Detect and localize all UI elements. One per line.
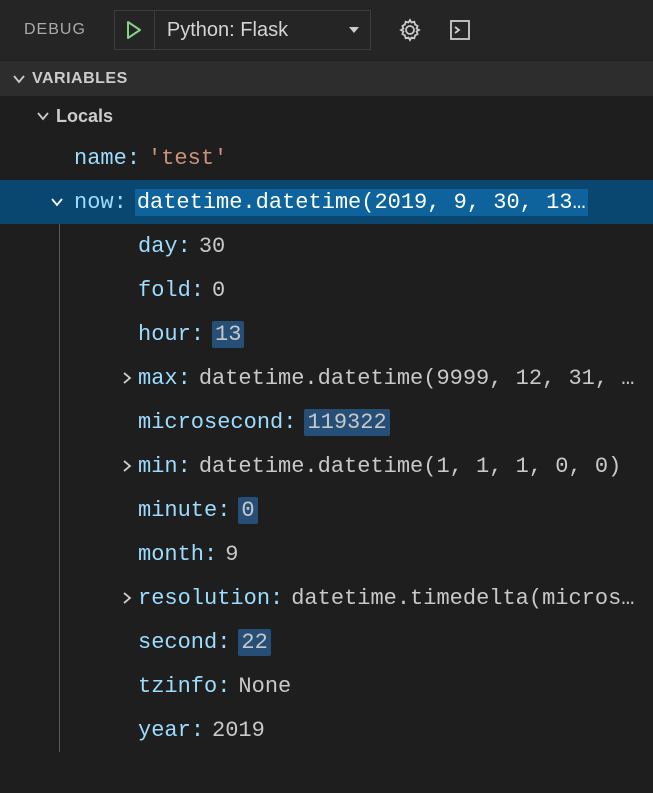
var-tzinfo[interactable]: tzinfo: None — [59, 664, 653, 708]
var-microsecond[interactable]: microsecond: 119322 — [59, 400, 653, 444]
var-key: min — [138, 454, 178, 479]
var-value: None — [238, 674, 291, 699]
var-key: hour — [138, 322, 191, 347]
chevron-down-icon — [12, 72, 26, 86]
chevron-right-icon — [120, 459, 134, 473]
chevron-down-icon — [36, 109, 50, 123]
var-key: fold — [138, 278, 191, 303]
var-key: microsecond — [138, 410, 283, 435]
variable-tree: name: 'test' now: datetime.datetime(2019… — [0, 136, 653, 752]
var-key: minute — [138, 498, 217, 523]
var-value: 0 — [212, 278, 225, 303]
chevron-right-icon — [120, 371, 134, 385]
var-value: 9 — [225, 542, 238, 567]
debug-console-button[interactable] — [441, 11, 479, 49]
debug-toolbar: DEBUG Python: Flask — [0, 0, 653, 60]
variables-section-header[interactable]: VARIABLES — [0, 60, 653, 96]
chevron-right-icon — [120, 591, 134, 605]
var-day[interactable]: day: 30 — [59, 224, 653, 268]
toolbar-title: DEBUG — [24, 21, 86, 39]
var-value: 119322 — [304, 409, 389, 436]
scope-locals[interactable]: Locals — [0, 96, 653, 136]
var-year[interactable]: year: 2019 — [59, 708, 653, 752]
var-value: 'test' — [148, 146, 227, 171]
settings-button[interactable] — [391, 11, 429, 49]
debug-config-box: Python: Flask — [114, 10, 371, 50]
var-value: 30 — [199, 234, 225, 259]
var-key: name — [74, 146, 127, 171]
var-value: datetime.datetime(9999, 12, 31, … — [199, 366, 635, 391]
var-key: max — [138, 366, 178, 391]
debug-console-icon — [448, 18, 472, 42]
var-value: 2019 — [212, 718, 265, 743]
var-now[interactable]: now: datetime.datetime(2019, 9, 30, 13… — [0, 180, 653, 224]
var-key: resolution — [138, 586, 270, 611]
var-name[interactable]: name: 'test' — [0, 136, 653, 180]
gear-icon — [398, 18, 422, 42]
var-value: datetime.datetime(2019, 9, 30, 13… — [135, 189, 588, 216]
var-month[interactable]: month: 9 — [59, 532, 653, 576]
var-key: year — [138, 718, 191, 743]
var-key: day — [138, 234, 178, 259]
var-value: 13 — [212, 321, 244, 348]
debug-config-label: Python: Flask — [167, 19, 288, 42]
var-resolution[interactable]: resolution: datetime.timedelta(micros… — [59, 576, 653, 620]
start-debug-button[interactable] — [115, 11, 155, 49]
var-minute[interactable]: minute: 0 — [59, 488, 653, 532]
scope-label: Locals — [56, 106, 113, 127]
var-second[interactable]: second: 22 — [59, 620, 653, 664]
var-min[interactable]: min: datetime.datetime(1, 1, 1, 0, 0) — [59, 444, 653, 488]
var-hour[interactable]: hour: 13 — [59, 312, 653, 356]
var-fold[interactable]: fold: 0 — [59, 268, 653, 312]
variables-label: VARIABLES — [32, 70, 128, 88]
var-key: second — [138, 630, 217, 655]
var-max[interactable]: max: datetime.datetime(9999, 12, 31, … — [59, 356, 653, 400]
dropdown-triangle-icon — [348, 25, 360, 35]
var-key: now — [74, 190, 114, 215]
play-icon — [126, 21, 142, 39]
chevron-down-icon — [50, 195, 64, 209]
var-value: 0 — [238, 497, 257, 524]
var-value: 22 — [238, 629, 270, 656]
var-key: tzinfo — [138, 674, 217, 699]
var-value: datetime.datetime(1, 1, 1, 0, 0) — [199, 454, 621, 479]
debug-config-select[interactable]: Python: Flask — [155, 11, 370, 49]
var-key: month — [138, 542, 204, 567]
var-value: datetime.timedelta(micros… — [291, 586, 634, 611]
